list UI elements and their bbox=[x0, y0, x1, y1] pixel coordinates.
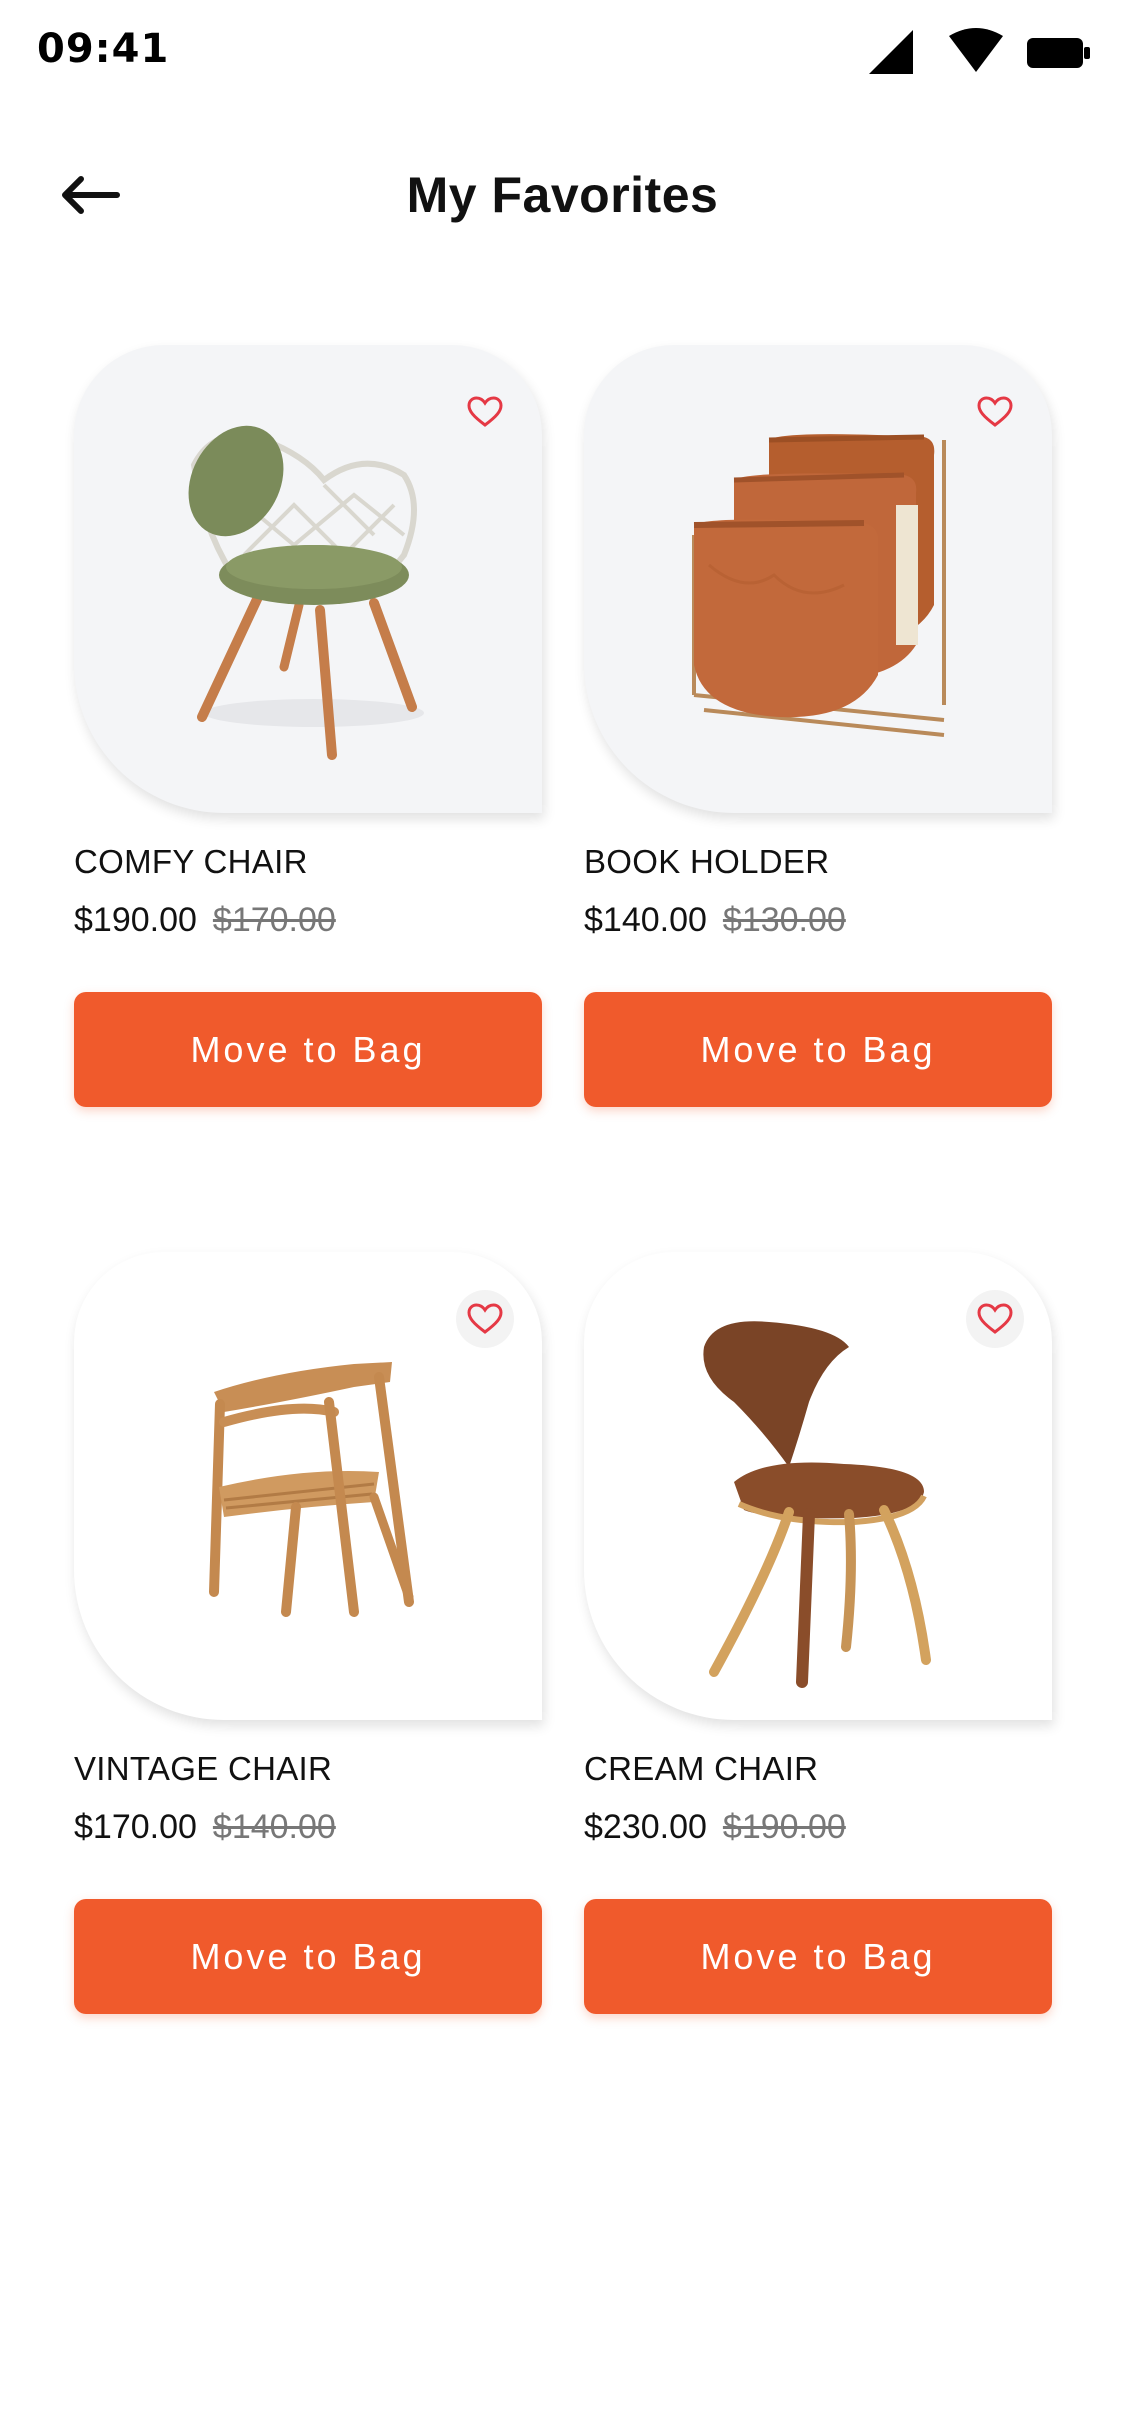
favorite-button[interactable] bbox=[966, 383, 1024, 441]
heart-outline-icon bbox=[467, 396, 503, 427]
price-row: $140.00 $130.00 bbox=[584, 901, 846, 940]
status-time: 09:41 bbox=[37, 26, 170, 72]
price: $140.00 bbox=[584, 901, 707, 939]
app-bar: My Favorites bbox=[0, 150, 1125, 245]
favorite-button[interactable] bbox=[456, 1290, 514, 1348]
product-name: VINTAGE CHAIR bbox=[74, 1750, 333, 1787]
page-title: My Favorites bbox=[406, 167, 719, 223]
battery-icon bbox=[1027, 38, 1090, 68]
heart-outline-icon bbox=[467, 1303, 503, 1334]
price-row: $230.00 $190.00 bbox=[584, 1808, 846, 1847]
heart-outline-icon bbox=[977, 396, 1013, 427]
price: $170.00 bbox=[74, 1808, 197, 1846]
wifi-icon bbox=[949, 28, 1003, 72]
old-price: $130.00 bbox=[722, 901, 846, 939]
product-card: COMFY CHAIR $190.00 $170.00 Move to Bag bbox=[74, 345, 542, 1110]
price: $190.00 bbox=[74, 901, 197, 939]
status-icons bbox=[857, 28, 1097, 78]
product-card: VINTAGE CHAIR $170.00 $140.00 Move to Bag bbox=[74, 1252, 542, 2017]
move-to-bag-button[interactable]: Move to Bag bbox=[74, 992, 542, 1107]
favorite-button[interactable] bbox=[966, 1290, 1024, 1348]
product-name: COMFY CHAIR bbox=[74, 843, 308, 880]
product-image[interactable] bbox=[74, 1252, 542, 1720]
old-price: $170.00 bbox=[212, 901, 336, 939]
old-price: $190.00 bbox=[722, 1808, 846, 1846]
move-to-bag-button[interactable]: Move to Bag bbox=[584, 1899, 1052, 2014]
price: $230.00 bbox=[584, 1808, 707, 1846]
product-card: CREAM CHAIR $230.00 $190.00 Move to Bag bbox=[584, 1252, 1052, 2017]
move-to-bag-button[interactable]: Move to Bag bbox=[584, 992, 1052, 1107]
favorites-grid: COMFY CHAIR $190.00 $170.00 Move to Bag bbox=[74, 345, 1054, 2017]
product-name: BOOK HOLDER bbox=[584, 843, 830, 880]
price-row: $170.00 $140.00 bbox=[74, 1808, 336, 1847]
price-row: $190.00 $170.00 bbox=[74, 901, 336, 940]
old-price: $140.00 bbox=[212, 1808, 336, 1846]
product-name: CREAM CHAIR bbox=[584, 1750, 819, 1787]
status-bar: 09:41 bbox=[0, 0, 1125, 100]
move-to-bag-button[interactable]: Move to Bag bbox=[74, 1899, 542, 2014]
product-image[interactable] bbox=[584, 1252, 1052, 1720]
product-card: BOOK HOLDER $140.00 $130.00 Move to Bag bbox=[584, 345, 1052, 1110]
heart-outline-icon bbox=[977, 1303, 1013, 1334]
signal-icon bbox=[869, 30, 913, 74]
favorite-button[interactable] bbox=[456, 383, 514, 441]
product-image[interactable] bbox=[74, 345, 542, 813]
product-image[interactable] bbox=[584, 345, 1052, 813]
